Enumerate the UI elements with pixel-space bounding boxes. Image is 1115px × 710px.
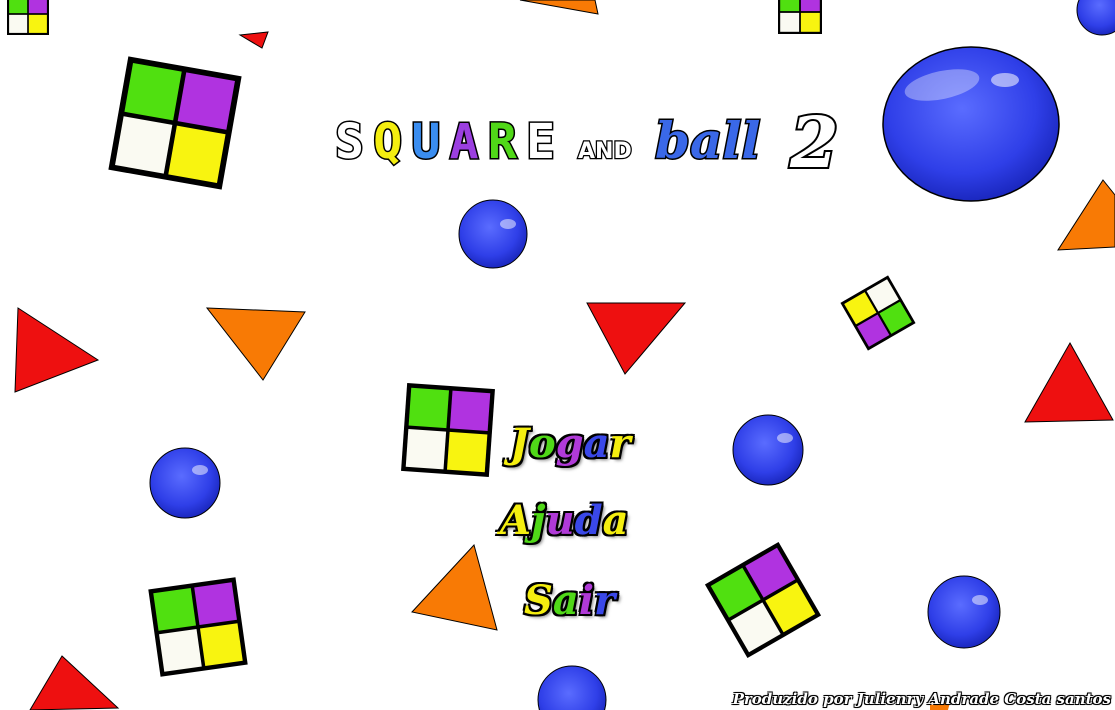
square-diamond-shape	[840, 275, 916, 351]
title-and-word: AND	[578, 139, 632, 164]
orange-triangle-down-shape	[205, 307, 306, 381]
title-number: 2	[789, 101, 839, 184]
square-corner-shape	[6, 0, 49, 35]
orange-triangle-bottom-shape	[411, 543, 498, 631]
orange-triangle-top-shape	[519, 0, 599, 15]
title-ball-word: ball	[655, 111, 760, 170]
title-square-word: SQUARE	[334, 113, 557, 172]
menu-play-button[interactable]: Jogar	[510, 420, 631, 467]
menu-help-label: Ajuda	[500, 497, 629, 544]
ball-shape	[927, 575, 1001, 649]
ball-bottom-shape	[537, 665, 607, 710]
ball-corner-shape	[1076, 0, 1115, 36]
menu-exit-button[interactable]: Sair	[524, 577, 615, 624]
red-triangle-shape	[238, 31, 269, 49]
menu-square-shape	[401, 383, 495, 477]
square-bottom-left-shape	[148, 577, 248, 677]
red-triangle-bottom-shape	[29, 655, 120, 710]
square-bottom-right-shape	[704, 541, 822, 659]
menu-exit-label: Sair	[524, 577, 616, 624]
big-ball-shape	[882, 46, 1060, 202]
ball-shape	[149, 447, 221, 519]
square-top-shape	[778, 0, 822, 34]
red-triangle-right-shape	[1024, 341, 1114, 423]
ball-shape	[458, 199, 528, 269]
red-triangle-left-shape	[14, 307, 100, 393]
menu-help-button[interactable]: Ajuda	[500, 497, 629, 544]
ball-shape	[732, 414, 804, 486]
credits-text: Produzido por Julienry Andrade Costa san…	[732, 690, 1111, 708]
title-square-text: SQUARE	[335, 114, 555, 170]
menu-play-label: Jogar	[510, 420, 631, 467]
game-title: SQUARE AND ball 2	[330, 95, 870, 186]
big-square-shape	[108, 56, 242, 190]
red-triangle-center-shape	[586, 302, 687, 375]
orange-triangle-right-shape	[1057, 179, 1115, 251]
